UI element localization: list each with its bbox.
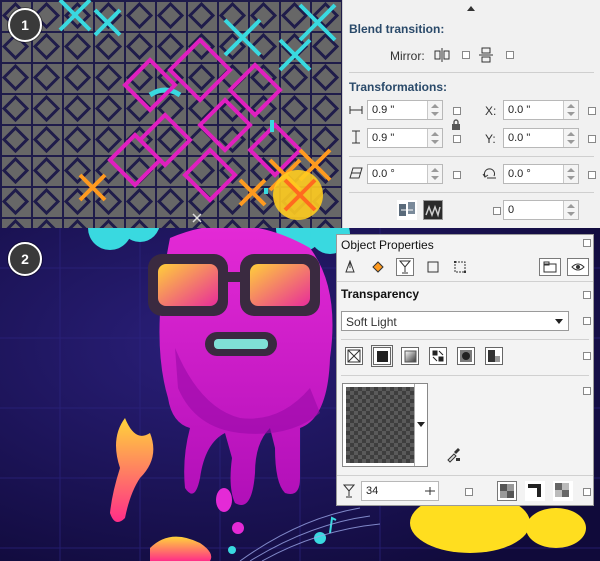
transparency-title: Transparency [341, 287, 420, 301]
height-field[interactable]: 0.9 " [367, 128, 443, 148]
divider [349, 156, 594, 157]
width-field[interactable]: 0.9 " [367, 100, 443, 120]
apply-pin-icon[interactable] [583, 488, 591, 496]
blend-properties-panel: Blend transition: Mirror: Transformation… [342, 0, 600, 228]
chevron-down-icon [417, 422, 425, 427]
rotate-checkbox[interactable] [588, 171, 596, 179]
step-1-badge: 1 [8, 8, 42, 42]
apply-outline-icon[interactable] [525, 481, 545, 501]
y-spinner[interactable] [563, 129, 578, 147]
chevron-down-icon [555, 319, 563, 324]
steps-checkbox[interactable] [493, 207, 501, 215]
eye-icon[interactable] [567, 258, 589, 276]
transparency-checker-swatch [346, 387, 416, 463]
swatch-pin-icon[interactable] [583, 387, 591, 395]
steps-count-field[interactable]: 0 [503, 200, 579, 220]
skew-spinner[interactable] [427, 165, 442, 183]
eyedropper-icon[interactable] [445, 447, 461, 463]
opacity-field[interactable]: 34 [361, 481, 439, 501]
opacity-slider-icon[interactable] [424, 485, 436, 497]
y-field[interactable]: 0.0 " [503, 128, 579, 148]
rotate-icon [481, 164, 499, 182]
property-tabs [337, 255, 593, 282]
grid-pattern-artwork [0, 0, 342, 228]
width-spinner[interactable] [427, 101, 442, 119]
skew-checkbox[interactable] [453, 171, 461, 179]
mirror-horizontal-checkbox[interactable] [462, 51, 470, 59]
opacity-glass-icon [342, 484, 357, 498]
vector-pattern-transparency-icon[interactable] [429, 347, 447, 365]
x-label: X: [485, 104, 497, 118]
no-transparency-icon[interactable] [345, 347, 363, 365]
step-1-panel: 1 Blend transition: Mirror: Transformati… [0, 0, 600, 228]
tab-transparency[interactable] [396, 258, 414, 276]
mirror-vertical-checkbox[interactable] [506, 51, 514, 59]
tab-summary[interactable] [424, 258, 442, 276]
x-field[interactable]: 0.0 " [503, 100, 579, 120]
blend-steps-icon[interactable] [397, 200, 417, 220]
panel-pin-icon[interactable] [583, 239, 591, 247]
x-checkbox[interactable] [588, 107, 596, 115]
swatch-dropdown[interactable] [414, 384, 427, 466]
transformations-title: Transformations: [349, 80, 448, 94]
step-2-panel: 2 Object Properties Transparency Soft Li… [0, 228, 600, 561]
tab-frame[interactable] [451, 258, 469, 276]
mirror-vertical-icon[interactable] [477, 46, 495, 64]
width-checkbox[interactable] [453, 107, 461, 115]
merge-mode-dropdown[interactable]: Soft Light [341, 311, 569, 331]
transparency-swatch-picker[interactable] [342, 383, 428, 467]
apply-both-icon[interactable] [553, 481, 573, 501]
panel-title: Object Properties [341, 238, 434, 252]
apply-fill-icon[interactable] [497, 481, 517, 501]
x-spinner[interactable] [563, 101, 578, 119]
rotate-field[interactable]: 0.0 ° [503, 164, 579, 184]
opacity-pin-icon[interactable] [465, 488, 473, 496]
skew-field[interactable]: 0.0 ° [367, 164, 443, 184]
y-label: Y: [485, 132, 496, 146]
divider [341, 339, 589, 340]
blend-transition-title: Blend transition: [349, 22, 445, 36]
two-color-pattern-transparency-icon[interactable] [485, 347, 503, 365]
lock-ratio-icon[interactable] [451, 119, 461, 130]
tab-fill[interactable] [369, 258, 387, 276]
divider [341, 375, 589, 376]
divider [349, 192, 594, 193]
mirror-horizontal-icon[interactable] [433, 46, 451, 64]
step-2-badge: 2 [8, 242, 42, 276]
collapse-up-icon[interactable] [467, 6, 475, 11]
width-icon [347, 101, 365, 119]
fountain-transparency-icon[interactable] [401, 347, 419, 365]
object-properties-panel: Object Properties Transparency Soft Ligh… [336, 234, 594, 506]
rotate-spinner[interactable] [563, 165, 578, 183]
blend-path-icon[interactable] [423, 200, 443, 220]
height-spinner[interactable] [427, 129, 442, 147]
height-checkbox[interactable] [453, 135, 461, 143]
pattern-canvas[interactable]: 1 [0, 0, 342, 228]
type-pin-icon[interactable] [583, 352, 591, 360]
tab-outline[interactable] [341, 258, 359, 276]
merge-pin-icon[interactable] [583, 317, 591, 325]
height-icon [347, 128, 365, 146]
y-checkbox[interactable] [588, 135, 596, 143]
divider [349, 72, 594, 73]
steps-spinner[interactable] [563, 201, 578, 219]
skew-icon [347, 164, 365, 182]
mirror-label: Mirror: [390, 49, 425, 63]
opacity-row: 34 [337, 475, 593, 506]
bitmap-pattern-transparency-icon[interactable] [457, 347, 475, 365]
tab-visibility-toggle[interactable] [539, 258, 561, 276]
uniform-transparency-icon[interactable] [371, 345, 393, 367]
section-pin-icon[interactable] [583, 291, 591, 299]
